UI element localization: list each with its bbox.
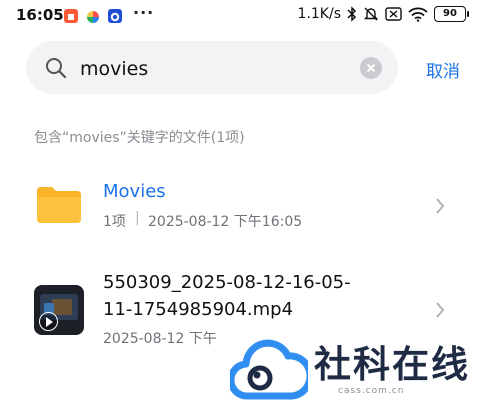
status-bar: 16:05 ··· 1.1K/s 90 [0,0,480,34]
pinwheel-icon [86,9,100,23]
clear-search-button[interactable] [360,57,382,79]
results-count-header: 包含“movies”关键字的文件(1项) [34,130,245,146]
video-date: 2025-08-12 下午 [103,331,217,347]
watermark-domain: cass.com.cn [338,386,405,396]
status-time: 16:05 [16,6,64,24]
video-thumbnail [34,285,84,335]
chevron-right-icon [436,198,445,214]
watermark-text: 社科在线 [314,343,470,386]
wifi-icon [408,7,428,22]
search-icon [46,58,67,79]
app-square-icon [64,9,78,23]
play-icon [39,312,58,331]
status-right: 1.1K/s 90 [297,6,469,22]
meta-divider: | [135,210,140,226]
cloud-logo-icon [230,339,308,400]
cancel-button[interactable]: 取消 [426,57,460,82]
net-speed: 1.1K/s [297,6,341,22]
folder-icon [37,187,81,223]
bluetooth-icon [347,6,357,22]
video-title-line1[interactable]: 550309_2025-08-12-16-05- [103,272,351,293]
battery-indicator: 90 [434,6,469,22]
search-input[interactable] [78,53,362,85]
video-title-line2[interactable]: 11-1754985904.mp4 [103,299,293,320]
folder-date: 2025-08-12 下午16:05 [148,214,303,230]
blue-ring-icon [108,9,122,23]
site-watermark: 社科在线 cass.com.cn [230,336,480,405]
folder-item-count: 1项 [103,214,126,230]
sim-none-icon [385,7,402,21]
chevron-right-icon [436,302,445,318]
close-icon [366,63,376,73]
mute-bell-icon [363,7,379,21]
search-bar[interactable] [26,41,398,94]
more-notifications-icon: ··· [133,3,155,22]
folder-title[interactable]: Movies [103,181,166,202]
